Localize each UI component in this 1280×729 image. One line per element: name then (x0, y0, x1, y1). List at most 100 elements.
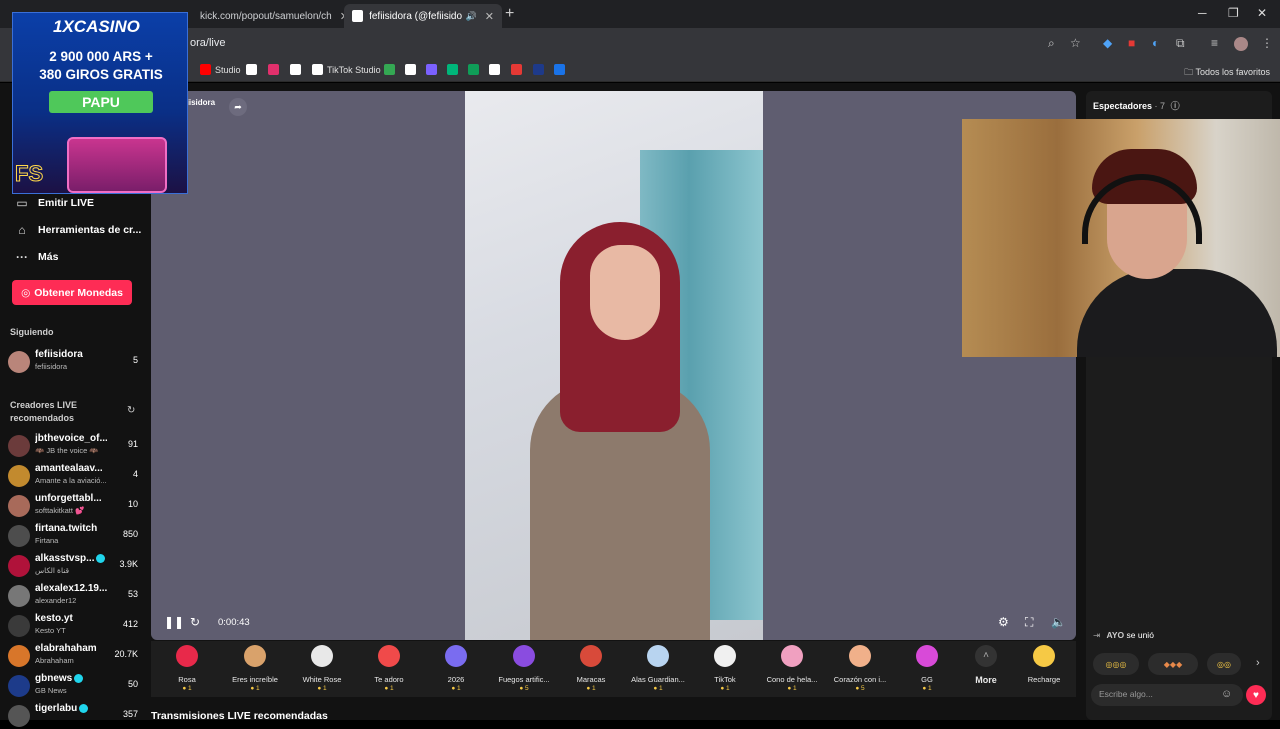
home-icon: ⌂ (18, 223, 26, 237)
creator-list-item[interactable]: amantealaav... Amante a la aviació... 4 (8, 463, 138, 489)
casino-ad-overlay[interactable]: 1XCASINO 2 900 000 ARS + 380 GIROS GRATI… (12, 12, 188, 194)
reaction-chip[interactable]: ◎◎ (1207, 653, 1241, 675)
settings-icon[interactable]: ⚙ (998, 615, 1009, 629)
close-window-button[interactable]: ✕ (1257, 6, 1267, 20)
minimize-button[interactable]: ─ (1198, 6, 1207, 20)
star-icon[interactable]: ☆ (1070, 36, 1081, 50)
bookmark-item[interactable]: TikTok Studio (312, 64, 381, 75)
bookmark-item[interactable] (268, 64, 283, 75)
get-coins-button[interactable]: ◎ Obtener Monedas (12, 280, 132, 305)
gift-item[interactable]: Alas Guardian... ● 1 (624, 645, 692, 692)
heart-icon: ♥ (1253, 689, 1259, 701)
bookmark-item[interactable] (426, 64, 441, 75)
more-icon: ··· (16, 250, 28, 264)
nav-label: Más (38, 251, 59, 263)
emoji-icon[interactable]: ☺ (1221, 688, 1232, 700)
gift-price: ● 1 (355, 685, 423, 692)
bookmark-item[interactable] (290, 64, 305, 75)
creator-name-text: jbthevoice_of... (35, 433, 107, 444)
bookmark-item[interactable]: Studio (200, 64, 241, 75)
nav-creator-tools[interactable]: ⌂ Herramientas de cr... (14, 223, 141, 237)
gift-item[interactable]: Cono de hela... ● 1 (758, 645, 826, 692)
audio-icon[interactable]: 🔊 (466, 11, 477, 22)
gift-item[interactable]: White Rose ● 1 (288, 645, 356, 692)
fullscreen-icon[interactable]: ⛶ (1025, 615, 1033, 630)
extension-icon[interactable]: ■ (1128, 36, 1135, 50)
bookmark-item[interactable] (533, 64, 548, 75)
pause-icon[interactable]: ❚❚ (164, 615, 184, 629)
creator-list-item[interactable]: unforgettabl... softtakitkatt 💕 10 (8, 493, 138, 519)
creator-list-item[interactable]: gbnews GB News 50 (8, 673, 138, 699)
profile-avatar[interactable] (1234, 37, 1248, 51)
creator-name-text: alexalex12.19... (35, 583, 107, 594)
gift-item[interactable]: Te adoro ● 1 (355, 645, 423, 692)
gift-item[interactable]: Rosa ● 1 (153, 645, 221, 692)
chevron-right-icon[interactable]: › (1256, 657, 1260, 669)
browser-tab-bar: kick.com/popout/samuelon/ch ✕ fefiisidor… (0, 0, 1280, 28)
creator-list-item[interactable]: kesto.yt Kesto YT 412 (8, 613, 138, 639)
refresh-icon[interactable]: ↻ (127, 405, 135, 416)
bookmark-item[interactable] (511, 64, 526, 75)
media-icon[interactable]: ≡ (1211, 36, 1218, 50)
ad-button[interactable]: PAPU (49, 91, 153, 113)
translate-extension-icon[interactable]: ◆ (1103, 36, 1112, 50)
bookmark-item[interactable] (405, 64, 420, 75)
coin-icon (1033, 645, 1055, 667)
bookmark-item[interactable] (246, 64, 261, 75)
creator-list-item[interactable]: tigerlabu 357 (8, 703, 138, 729)
creator-list-item[interactable]: fefiisidora fefiisidora 5 (8, 349, 138, 375)
join-user[interactable]: AYO (1107, 630, 1125, 640)
tab-kick[interactable]: kick.com/popout/samuelon/ch ✕ (186, 4, 349, 28)
gift-item[interactable]: Maracas ● 1 (557, 645, 625, 692)
bookmark-item[interactable] (468, 64, 483, 75)
get-coins-label: Obtener Monedas (34, 286, 123, 299)
avatar (8, 351, 30, 373)
bookmark-item[interactable] (384, 64, 399, 75)
tab-tiktok[interactable]: fefiisidora (@fefiisidora) es 🔊 ✕ (344, 4, 502, 28)
volume-icon[interactable]: 🔈 (1051, 615, 1066, 629)
recharge-button[interactable]: Recharge (1010, 645, 1078, 684)
gift-item[interactable]: GG ● 1 (893, 645, 961, 692)
avatar (8, 555, 30, 577)
ad-badge: FS (14, 161, 44, 187)
menu-icon[interactable]: ⋮ (1261, 36, 1273, 50)
gift-item[interactable]: Fuegos artific... ● 5 (490, 645, 558, 692)
all-bookmarks[interactable]: 🗀 Todos los favoritos (1184, 65, 1270, 81)
nav-more[interactable]: ··· Más (14, 250, 58, 264)
refresh-icon[interactable]: ↻ (190, 615, 200, 629)
bookmark-icon (200, 64, 211, 75)
gift-item[interactable]: Eres increíble ● 1 (221, 645, 289, 692)
viewers-header[interactable]: Espectadores · 7 ⓘ (1093, 99, 1180, 112)
zoom-icon[interactable]: ⌕ (1048, 36, 1055, 51)
bookmark-item[interactable] (554, 64, 569, 75)
bookmark-item[interactable] (447, 64, 462, 75)
streamer-name[interactable]: fiisidora (184, 98, 215, 107)
restore-button[interactable]: ❐ (1228, 6, 1239, 20)
like-button[interactable]: ♥ (1246, 685, 1266, 705)
gift-item[interactable]: 2026 ● 1 (422, 645, 490, 692)
avatar (8, 615, 30, 637)
info-icon[interactable]: ⓘ (1171, 101, 1180, 111)
gift-item[interactable]: TikTok ● 1 (691, 645, 759, 692)
creator-list-item[interactable]: jbthevoice_of... 🦇 JB the voice 🦇 91 (8, 433, 138, 459)
gift-item[interactable]: Corazón con i... ● 5 (826, 645, 894, 692)
new-tab-button[interactable]: + (505, 5, 514, 23)
camera-icon: ▭ (16, 196, 28, 210)
creator-list-item[interactable]: alexalex12.19... alexander12 53 (8, 583, 138, 609)
creator-name: elabrahaham (35, 643, 107, 654)
creator-list-item[interactable]: firtana.twitch Firtana 850 (8, 523, 138, 549)
share-icon[interactable]: ➦ (229, 98, 247, 116)
close-icon[interactable]: ✕ (485, 10, 494, 23)
creator-list-item[interactable]: elabrahaham Abrahaham 20.7K (8, 643, 138, 669)
gift-label: Te adoro (374, 675, 404, 684)
puzzle-icon[interactable]: ⧉ (1176, 36, 1185, 51)
url-text[interactable]: ora/live (190, 37, 225, 49)
creator-list-item[interactable]: alkasstvsp... قناة الكاس 3.9K (8, 553, 138, 579)
reaction-chip[interactable]: ◆◆◆ (1148, 653, 1198, 675)
nav-go-live[interactable]: ▭ Emitir LIVE (14, 196, 94, 210)
audio-extension-icon[interactable]: ◐ (1152, 36, 1159, 50)
bookmark-item[interactable] (489, 64, 504, 75)
recharge-label: Recharge (1027, 675, 1061, 684)
nav-label: Emitir LIVE (38, 197, 95, 209)
reaction-chip[interactable]: ◎◎◎ (1093, 653, 1139, 675)
